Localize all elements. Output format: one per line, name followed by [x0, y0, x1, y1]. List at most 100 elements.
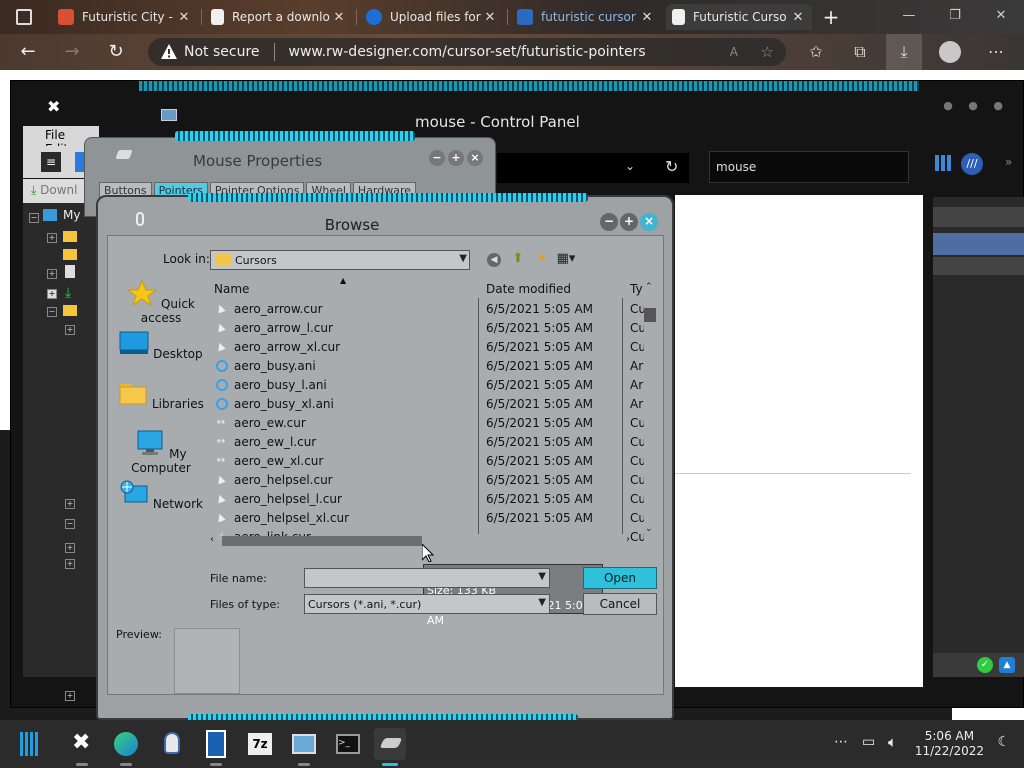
new-tab-button[interactable]: + — [818, 4, 844, 30]
column-name[interactable]: Name — [214, 282, 249, 296]
taskbar-theme-app[interactable]: ✖ — [66, 728, 98, 766]
browse-title: Browse — [324, 216, 380, 234]
volume-icon[interactable]: 🔈︎ — [888, 733, 897, 751]
tab-close-icon[interactable]: ✕ — [482, 10, 498, 25]
file-name: aero_arrow.cur — [234, 302, 323, 316]
tab-close-icon[interactable]: ✕ — [176, 10, 192, 25]
back-icon[interactable]: ← — [8, 34, 48, 70]
close-window-button[interactable]: ✕ — [978, 0, 1024, 34]
taskbar-mouse-properties[interactable] — [374, 728, 406, 766]
toolbar-icons: /// » — [933, 151, 1024, 181]
clock[interactable]: 5:06 AM 11/22/2022 — [915, 729, 984, 759]
file-row[interactable]: ▲ aero_helpsel.cur 6/5/2021 5:05 AM Cu — [208, 471, 644, 490]
file-row[interactable]: aero_busy_xl.ani 6/5/2021 5:05 AM Ar — [208, 395, 643, 414]
read-aloud-icon[interactable]: A — [730, 45, 738, 59]
chevron-down-icon: ▼ — [459, 253, 467, 264]
file-name: aero_busy_l.ani — [234, 378, 327, 392]
tab-futuristic-cursors[interactable]: Futuristic Curso ✕ — [666, 4, 812, 30]
chevron-right-icon[interactable]: » — [1005, 155, 1012, 169]
file-date: 6/5/2021 5:05 AM — [486, 473, 594, 487]
taskbar-control-panel[interactable] — [288, 728, 320, 766]
forward-icon[interactable]: → — [52, 34, 92, 70]
view-menu-icon[interactable]: ≡ — [41, 152, 61, 172]
downloads-icon[interactable]: ⤓ — [886, 34, 922, 70]
file-name-input[interactable]: ▼ — [304, 568, 550, 588]
place-network[interactable]: Network — [116, 480, 206, 511]
file-row[interactable]: ▲ aero_arrow_l.cur 6/5/2021 5:05 AM Cu — [208, 319, 644, 338]
scroll-thumb[interactable] — [644, 308, 656, 322]
taskbar-terminal[interactable]: >_ — [332, 728, 364, 760]
tab-close-icon[interactable]: ✕ — [331, 10, 347, 25]
file-row[interactable]: ↔ aero_ew.cur 6/5/2021 5:05 AM Cu — [208, 414, 644, 433]
file-row[interactable]: aero_busy.ani 6/5/2021 5:05 AM Ar — [208, 357, 643, 376]
more-menu-icon[interactable]: ⋯ — [978, 34, 1014, 70]
open-button[interactable]: Open — [583, 567, 657, 589]
vertical-scrollbar[interactable]: ⌃ ⌄ — [644, 282, 656, 534]
maximize-icon[interactable]: + — [620, 213, 638, 231]
file-row[interactable]: ↔ aero_ew_xl.cur 6/5/2021 5:05 AM Cu — [208, 452, 644, 471]
url-box[interactable]: Not secure www.rw-designer.com/cursor-se… — [148, 38, 786, 66]
start-button[interactable] — [14, 728, 46, 760]
up-folder-icon[interactable]: ⬆ — [508, 250, 528, 268]
notifications-icon[interactable]: ☾ — [997, 734, 1010, 750]
collections-icon[interactable]: ⧉ — [842, 34, 878, 70]
cancel-button[interactable]: Cancel — [583, 593, 657, 615]
refresh-icon[interactable]: ↻ — [665, 157, 678, 176]
tab-report-download[interactable]: Report a downlo ✕ — [205, 4, 353, 30]
minimize-icon[interactable]: − — [429, 150, 445, 166]
look-in-select[interactable]: Cursors ▼ — [210, 250, 470, 270]
file-row[interactable]: ▲ aero_helpsel_l.cur 6/5/2021 5:05 AM Cu — [208, 490, 644, 509]
page-icon — [211, 9, 224, 25]
favorites-icon[interactable]: ✩ — [798, 34, 834, 70]
chevron-down-icon[interactable]: ⌄ — [625, 159, 635, 173]
place-my-computer[interactable]: My Computer — [116, 430, 206, 475]
back-icon[interactable]: ◀ — [484, 250, 504, 268]
tab-futuristic-cursor-search[interactable]: futuristic cursor ✕ — [511, 4, 661, 30]
file-row[interactable]: ↔ aero_ew_l.cur 6/5/2021 5:05 AM Cu — [208, 433, 644, 452]
maximize-icon[interactable]: + — [448, 150, 464, 166]
window-controls[interactable]: ● ● ● — [943, 99, 1009, 112]
files-of-type-select[interactable]: Cursors (*.ani, *.cur) ▼ — [304, 594, 550, 614]
new-folder-icon[interactable]: ✶ — [532, 250, 552, 268]
tree-item-label[interactable]: My — [63, 208, 80, 222]
search-input[interactable]: mouse — [709, 151, 909, 183]
minimize-button[interactable]: — — [886, 0, 932, 34]
taskbar-installer-app[interactable] — [200, 728, 232, 766]
maximize-button[interactable]: ❐ — [932, 0, 978, 34]
tab-close-icon[interactable]: ✕ — [639, 10, 655, 25]
menu-file[interactable]: File — [45, 128, 65, 142]
tab-upload-files[interactable]: Upload files for ✕ — [360, 4, 504, 30]
view-menu-icon[interactable]: ▦▾ — [556, 250, 576, 268]
chevron-down-icon[interactable]: ▼ — [538, 597, 546, 608]
tab-actions-icon[interactable] — [16, 9, 32, 25]
file-row[interactable]: ▲ aero_arrow.cur 6/5/2021 5:05 AM Cu — [208, 300, 644, 319]
close-icon[interactable]: × — [467, 150, 483, 166]
file-row[interactable]: aero_busy_l.ani 6/5/2021 5:05 AM Ar — [208, 376, 643, 395]
place-quick-access[interactable]: Quick access — [116, 279, 206, 325]
taskbar-7zip[interactable]: 7z — [244, 728, 276, 760]
scroll-thumb[interactable] — [222, 536, 422, 546]
file-row[interactable]: ▲ aero_helpsel_xl.cur 6/5/2021 5:05 AM Cu — [208, 509, 644, 528]
file-row[interactable]: ▲ aero_arrow_xl.cur 6/5/2021 5:05 AM Cu — [208, 338, 644, 357]
column-date-modified[interactable]: Date modified — [486, 282, 571, 296]
minimize-icon[interactable]: − — [600, 213, 618, 231]
network-tray-icon[interactable]: ▭ — [862, 734, 875, 750]
theme-icon[interactable]: /// — [961, 153, 983, 175]
place-desktop[interactable]: Desktop — [116, 330, 206, 361]
address-dropdown[interactable]: ⌄ ↻ — [497, 153, 689, 183]
tab-futuristic-city[interactable]: Futuristic City - ✕ — [52, 4, 198, 30]
file-name: aero_helpsel_xl.cur — [234, 511, 350, 525]
arrow-up-icon[interactable]: ▲ — [999, 657, 1015, 673]
favorite-star-icon[interactable]: ☆ — [761, 43, 774, 61]
close-icon[interactable]: × — [640, 213, 658, 231]
refresh-icon[interactable]: ↻ — [96, 34, 136, 70]
taskbar-edge[interactable] — [110, 728, 142, 766]
tray-overflow-icon[interactable]: ⋯ — [834, 734, 848, 750]
chevron-down-icon[interactable]: ▼ — [538, 571, 546, 582]
tab-close-icon[interactable]: ✕ — [790, 10, 806, 25]
url-text[interactable]: www.rw-designer.com/cursor-set/futuristi… — [289, 44, 646, 60]
grid-view-icon[interactable] — [935, 155, 951, 171]
taskbar-astronaut-app[interactable] — [156, 728, 188, 760]
place-libraries[interactable]: Libraries — [116, 380, 206, 411]
profile-avatar-icon[interactable] — [932, 34, 968, 70]
